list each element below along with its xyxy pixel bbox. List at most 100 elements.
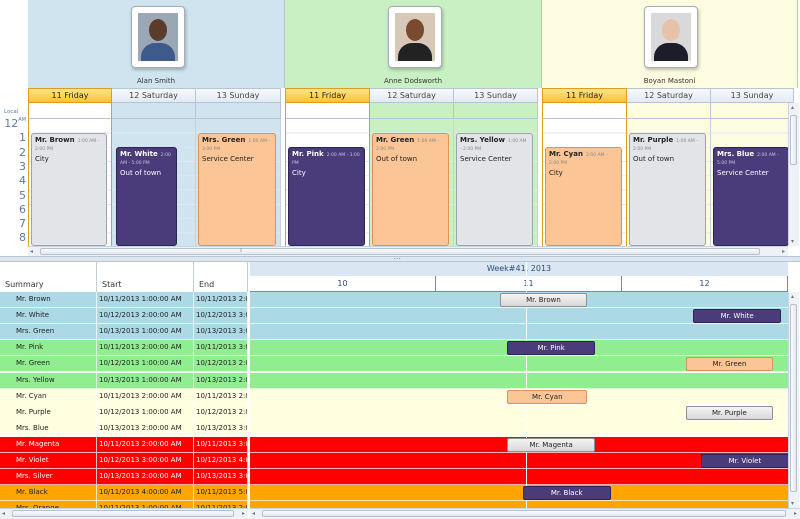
all-day-slot[interactable] [454,103,538,119]
day-header[interactable]: 12 Saturday [112,88,196,103]
scroll-left-icon[interactable]: ◂ [30,248,33,255]
gantt-task-bar[interactable]: Mr. Green [685,357,774,372]
day-header[interactable]: 13 Sunday [454,88,538,103]
table-cell[interactable]: 10/11/2013 2:00:00 [194,388,248,404]
all-day-slot[interactable] [542,103,627,119]
day-header[interactable]: 11 Friday [542,88,627,103]
table-row[interactable]: Mr. Violet 10/12/2013 3:00:00 AM 10/12/201… [0,453,248,470]
gantt-vscroll[interactable]: ▴ ▾ [788,292,799,508]
gantt-task-bar[interactable]: Mr. Magenta [507,437,596,452]
scroll-up-icon[interactable]: ▴ [791,293,794,300]
appointment[interactable]: Mr. White 2:00 AM - 5:00 PM Out of town [116,147,177,246]
all-day-slot[interactable] [112,103,196,119]
table-row[interactable]: Mr. Magenta 10/11/2013 2:00:00 AM 10/11/20… [0,436,248,453]
table-cell[interactable]: Mrs. Blue [0,420,97,436]
day-column[interactable]: Mrs. Yellow 1:00 AM - 2:00 PM Service Cent… [454,119,538,246]
all-day-slot[interactable] [370,103,454,119]
table-cell[interactable]: Mr. Black [0,485,97,501]
day-header[interactable]: 11 Friday [28,88,112,103]
table-row[interactable]: Mr. Black 10/11/2013 4:00:00 AM 10/11/2013… [0,485,248,502]
table-cell[interactable]: Mr. Brown [0,292,97,308]
gantt-task-bar[interactable]: Mr. Violet [701,454,789,468]
day-header[interactable]: 11 Friday [285,88,370,103]
appointment[interactable]: Mr. Pink 2:00 AM - 3:00 PM City [288,147,365,246]
day-column[interactable]: Mr. White 2:00 AM - 5:00 PM Out of town [112,119,196,246]
all-day-slot[interactable] [28,103,112,119]
table-cell[interactable]: Mr. Purple [0,404,97,420]
scroll-down-icon[interactable]: ▾ [791,500,794,507]
table-row[interactable]: Mrs. Green 10/13/2013 1:00:00 AM 10/13/201… [0,324,248,341]
day-column[interactable]: Mr. Cyan 2:00 AM - 2:00 PM City [542,119,627,246]
table-cell[interactable]: 10/11/2013 4:00:00 AM [97,485,194,501]
day-header[interactable]: 13 Sunday [711,88,794,103]
scroll-down-icon[interactable]: ▾ [791,238,794,245]
table-cell[interactable]: 10/12/2013 2:00:00 [194,404,248,420]
table-cell[interactable]: 10/12/2013 2:00:00 AM [97,308,194,324]
table-cell[interactable]: Mr. Pink [0,340,97,356]
all-day-slot[interactable] [196,103,281,119]
table-cell[interactable]: 10/11/2013 3:00:00 [194,340,248,356]
appointment[interactable]: Mr. Purple 1:00 AM - 2:00 PM Out of town [629,133,706,246]
day-column[interactable]: Mrs. Green 1:00 AM - 3:00 PM Service Cente… [196,119,281,246]
table-cell[interactable]: 10/12/2013 1:00:00 AM [97,356,194,372]
appointment[interactable]: Mrs. Blue 2:00 AM - 5:00 PM Service Center [713,147,789,246]
table-cell[interactable]: 10/11/2013 2:00:00 AM [97,436,194,452]
table-cell[interactable]: Mr. Violet [0,453,97,469]
gantt-task-bar[interactable]: Mr. Pink [507,341,596,356]
scroll-thumb[interactable] [790,304,797,492]
table-cell[interactable]: 10/11/2013 2:00:00 AM [97,388,194,404]
day-column[interactable]: Mr. Pink 2:00 AM - 3:00 PM City [285,119,370,246]
day-column[interactable]: Mrs. Blue 2:00 AM - 5:00 PM Service Center [711,119,794,246]
table-cell[interactable]: 10/13/2013 3:00:00 [194,324,248,340]
gantt-task-bar[interactable]: Mr. Purple [685,405,774,420]
day-column[interactable]: Mr. Brown 1:00 AM - 2:00 PM City [28,119,112,246]
appointment[interactable]: Mr. Brown 1:00 AM - 2:00 PM City [31,133,107,246]
appointment[interactable]: Mr. Cyan 2:00 AM - 2:00 PM City [545,147,622,246]
table-cell[interactable]: 10/11/2013 1:00:00 AM [97,292,194,308]
table-cell[interactable]: 10/12/2013 3:00:00 AM [97,453,194,469]
scroll-up-icon[interactable]: ▴ [791,104,794,111]
day-header[interactable]: 13 Sunday [196,88,281,103]
appointment[interactable]: Mrs. Green 1:00 AM - 3:00 PM Service Cente… [198,133,276,246]
scroll-right-icon[interactable]: ▸ [794,510,797,517]
all-day-slot[interactable] [285,103,370,119]
table-row[interactable]: Mr. Green 10/12/2013 1:00:00 AM 10/12/2013… [0,356,248,373]
day-column[interactable]: Mr. Purple 1:00 AM - 2:00 PM Out of town [627,119,711,246]
scroll-left-icon[interactable]: ◂ [252,510,255,517]
grid-hscroll[interactable]: ◂ ▸ [0,508,248,519]
table-cell[interactable]: 10/11/2013 5:00:00 [194,485,248,501]
table-cell[interactable]: Mrs. Silver [0,469,97,485]
table-row[interactable]: Mrs. Blue 10/13/2013 2:00:00 AM 10/13/2013… [0,420,248,437]
table-cell[interactable]: 10/13/2013 1:00:00 AM [97,372,194,388]
table-cell[interactable]: 10/12/2013 2:00:00 [194,356,248,372]
table-cell[interactable]: 10/12/2013 4:00:00 [194,453,248,469]
table-cell[interactable]: 10/13/2013 3:00:00 [194,420,248,436]
table-row[interactable]: Mr. Brown 10/11/2013 1:00:00 AM 10/11/2013… [0,292,248,309]
table-cell[interactable]: Mr. White [0,308,97,324]
gantt-task-bar[interactable]: Mr. Cyan [507,389,588,404]
table-row[interactable]: Mr. White 10/12/2013 2:00:00 AM 10/12/2013… [0,308,248,325]
scroll-left-icon[interactable]: ◂ [2,510,5,517]
scroll-thumb[interactable] [790,115,797,165]
scroll-thumb[interactable] [12,510,234,517]
day-header[interactable]: 12 Saturday [370,88,454,103]
table-cell[interactable]: 10/13/2013 1:00:00 AM [97,324,194,340]
table-cell[interactable]: 10/13/2013 2:00:00 AM [97,420,194,436]
table-cell[interactable]: 10/11/2013 2:00:00 [194,292,248,308]
table-row[interactable]: Mr. Purple 10/12/2013 1:00:00 AM 10/12/201… [0,404,248,421]
table-cell[interactable]: 10/12/2013 3:00:00 [194,308,248,324]
table-row[interactable]: Mrs. Silver 10/13/2013 2:00:00 AM 10/13/20… [0,469,248,486]
gantt-task-bar[interactable]: Mr. Black [522,486,611,501]
all-day-slot[interactable] [711,103,794,119]
table-cell[interactable]: Mrs. Green [0,324,97,340]
table-cell[interactable]: Mrs. Yellow [0,372,97,388]
table-cell[interactable]: 10/11/2013 3:00:00 [194,436,248,452]
gantt-hscroll[interactable]: ◂ ▸ [250,508,800,519]
appointment[interactable]: Mr. Green 1:00 AM - 2:00 PM Out of town [372,133,449,246]
table-cell[interactable]: Mr. Green [0,356,97,372]
scroll-thumb[interactable] [262,510,786,517]
table-cell[interactable]: 10/13/2013 2:00:00 [194,372,248,388]
gantt-task-bar[interactable]: Mr. Brown [499,293,588,307]
all-day-slot[interactable] [627,103,711,119]
table-cell[interactable]: 10/13/2013 2:00:00 AM [97,469,194,485]
